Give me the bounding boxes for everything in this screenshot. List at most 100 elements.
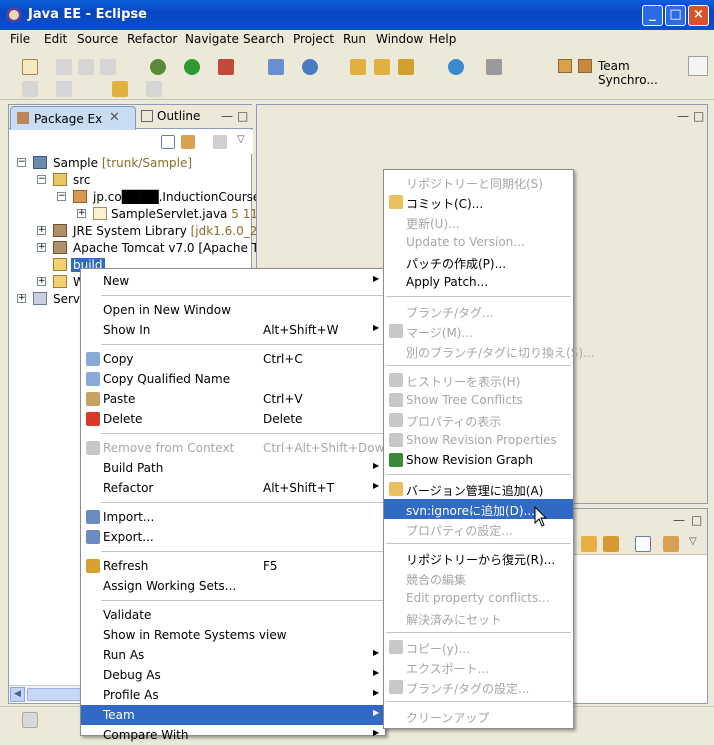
team-menu-item-show-revision-graph[interactable]: Show Revision Graph bbox=[384, 450, 573, 470]
close-button[interactable]: × bbox=[688, 5, 709, 26]
fast-view-icon[interactable] bbox=[22, 712, 38, 728]
external-tools-icon[interactable] bbox=[218, 59, 234, 75]
collapse-toggle[interactable]: − bbox=[37, 175, 46, 184]
collapse-all-icon[interactable] bbox=[161, 135, 175, 149]
context-menu-item-refresh[interactable]: Refresh F5 bbox=[81, 556, 385, 576]
context-menu-item-debug-as[interactable]: Debug As ▶ bbox=[81, 665, 385, 685]
context-menu-item-team[interactable]: Team ▶ bbox=[81, 705, 385, 725]
maximize-editor-icon[interactable]: □ bbox=[693, 109, 704, 123]
expand-toggle[interactable]: + bbox=[37, 226, 46, 235]
perspective-team-synchronizing[interactable]: Team Synchro... bbox=[556, 56, 680, 87]
last-edit-icon[interactable] bbox=[56, 81, 72, 97]
scroll-thumb[interactable] bbox=[27, 688, 87, 701]
team-menu-item-a[interactable]: バージョン管理に追加(A) bbox=[384, 479, 573, 499]
tab-package-explorer[interactable]: Package Ex ✕ bbox=[10, 106, 136, 130]
context-menu-item-assign-working-sets[interactable]: Assign Working Sets... bbox=[81, 576, 385, 596]
link-with-editor-icon[interactable] bbox=[181, 135, 195, 149]
menu-search[interactable]: Search bbox=[243, 32, 284, 46]
minimize-button[interactable]: _ bbox=[642, 5, 663, 26]
view-menu-icon[interactable]: ▽ bbox=[237, 134, 245, 145]
team-menu-item-r[interactable]: リポジトリーから復元(R)... bbox=[384, 548, 573, 568]
debug-icon[interactable] bbox=[150, 59, 166, 75]
minimize-view-icon[interactable]: — bbox=[221, 109, 233, 123]
paste-icon bbox=[86, 392, 100, 406]
context-menu-item-paste[interactable]: Paste Ctrl+V bbox=[81, 389, 385, 409]
context-menu-item-show-in[interactable]: Show In Alt+Shift+W ▶ bbox=[81, 320, 385, 340]
menu-run[interactable]: Run bbox=[343, 32, 366, 46]
context-menu-item-import[interactable]: Import... bbox=[81, 507, 385, 527]
expand-toggle[interactable]: + bbox=[37, 243, 46, 252]
context-menu-item-validate[interactable]: Validate bbox=[81, 605, 385, 625]
save-icon[interactable] bbox=[56, 59, 72, 75]
context-menu-item-open-in-new-window[interactable]: Open in New Window bbox=[81, 300, 385, 320]
menu-navigate[interactable]: Navigate bbox=[185, 32, 239, 46]
new-class-icon[interactable] bbox=[302, 59, 318, 75]
run-icon[interactable] bbox=[184, 59, 200, 75]
menu-file[interactable]: File bbox=[10, 32, 30, 46]
next-arrow-icon[interactable] bbox=[581, 536, 597, 552]
forward-icon[interactable] bbox=[146, 81, 162, 97]
new-server-icon[interactable] bbox=[268, 59, 284, 75]
save-all-icon[interactable] bbox=[78, 59, 94, 75]
menu-window[interactable]: Window bbox=[376, 32, 423, 46]
close-tab-icon[interactable]: ✕ bbox=[109, 110, 120, 125]
mouse-cursor-icon bbox=[534, 506, 548, 527]
tab-outline[interactable]: Outline bbox=[141, 109, 200, 123]
sync-refresh-icon[interactable] bbox=[603, 536, 619, 552]
menu-refactor[interactable]: Refactor bbox=[127, 32, 177, 46]
focus-task-icon[interactable] bbox=[213, 135, 227, 149]
expand-toggle[interactable]: + bbox=[37, 277, 46, 286]
menu-project[interactable]: Project bbox=[293, 32, 334, 46]
context-menu-item-profile-as[interactable]: Profile As ▶ bbox=[81, 685, 385, 705]
menu-help[interactable]: Help bbox=[429, 32, 456, 46]
menu-item-label: Show Revision Properties bbox=[406, 433, 557, 447]
context-menu-item-copy[interactable]: Copy Ctrl+C bbox=[81, 349, 385, 369]
print-icon[interactable] bbox=[100, 59, 116, 75]
context-menu-item-run-as[interactable]: Run As ▶ bbox=[81, 645, 385, 665]
tree-item-tomcat[interactable]: + Apache Tomcat v7.0 [Apache Tomc bbox=[9, 240, 283, 257]
tree-item-src[interactable]: − src bbox=[9, 172, 253, 189]
open-type-icon[interactable] bbox=[350, 59, 366, 75]
context-menu-item-show-in-remote-systems-view[interactable]: Show in Remote Systems view bbox=[81, 625, 385, 645]
context-menu-item-new[interactable]: New ▶ bbox=[81, 271, 385, 291]
menu-source[interactable]: Source bbox=[77, 32, 118, 46]
menu-edit[interactable]: Edit bbox=[44, 32, 67, 46]
context-menu-item-delete[interactable]: Delete Delete bbox=[81, 409, 385, 429]
context-menu-item-refactor[interactable]: Refactor Alt+Shift+T ▶ bbox=[81, 478, 385, 498]
tree-item-package[interactable]: − jp.co████.InductionCourse201 bbox=[9, 189, 283, 206]
team-menu-item-7: ブランチ/タグ... bbox=[384, 301, 573, 321]
expand-toggle[interactable]: + bbox=[77, 209, 86, 218]
open-perspective-icon[interactable] bbox=[558, 59, 572, 73]
collapse-all-icon[interactable] bbox=[635, 536, 651, 552]
tree-item-servlet[interactable]: + SampleServlet.java 5 11/04 bbox=[9, 206, 277, 223]
perspective-more-button[interactable] bbox=[688, 56, 708, 76]
expand-toggle[interactable]: + bbox=[17, 294, 26, 303]
context-menu-item-build-path[interactable]: Build Path ▶ bbox=[81, 458, 385, 478]
svn-icon[interactable] bbox=[663, 536, 679, 552]
new-icon[interactable] bbox=[22, 59, 38, 75]
team-menu-item-p[interactable]: パッチの作成(P)... bbox=[384, 252, 573, 272]
maximize-lower-view-icon[interactable]: □ bbox=[691, 513, 702, 527]
back-icon[interactable] bbox=[112, 81, 128, 97]
collapse-toggle[interactable]: − bbox=[57, 192, 66, 201]
minimize-lower-view-icon[interactable]: — bbox=[673, 513, 685, 527]
next-annotation-icon[interactable] bbox=[22, 81, 38, 97]
context-menu-item-compare-with[interactable]: Compare With ▶ bbox=[81, 725, 385, 745]
search-icon[interactable] bbox=[398, 59, 414, 75]
team-menu-item-apply-patch[interactable]: Apply Patch... bbox=[384, 272, 573, 292]
view-menu-icon[interactable]: ▽ bbox=[689, 536, 697, 547]
tree-item-jre[interactable]: + JRE System Library [jdk1.6.0_24] bbox=[9, 223, 270, 240]
maximize-view-icon[interactable]: □ bbox=[237, 109, 248, 123]
minimize-editor-icon[interactable]: — bbox=[677, 109, 689, 123]
context-menu-item-export[interactable]: Export... bbox=[81, 527, 385, 547]
browser-icon[interactable] bbox=[448, 59, 464, 75]
synchronize-icon[interactable] bbox=[486, 59, 502, 75]
open-resource-icon[interactable] bbox=[374, 59, 390, 75]
collapse-toggle[interactable]: − bbox=[17, 158, 26, 167]
scroll-left-icon[interactable]: ◀ bbox=[10, 687, 25, 702]
maximize-button[interactable]: □ bbox=[665, 5, 686, 26]
team-menu-item-c[interactable]: コミット(C)... bbox=[384, 192, 573, 212]
tree-item-project[interactable]: − Sample [trunk/Sample] bbox=[9, 155, 253, 172]
src-label: src bbox=[73, 173, 91, 187]
context-menu-item-copy-qualified-name[interactable]: Copy Qualified Name bbox=[81, 369, 385, 389]
